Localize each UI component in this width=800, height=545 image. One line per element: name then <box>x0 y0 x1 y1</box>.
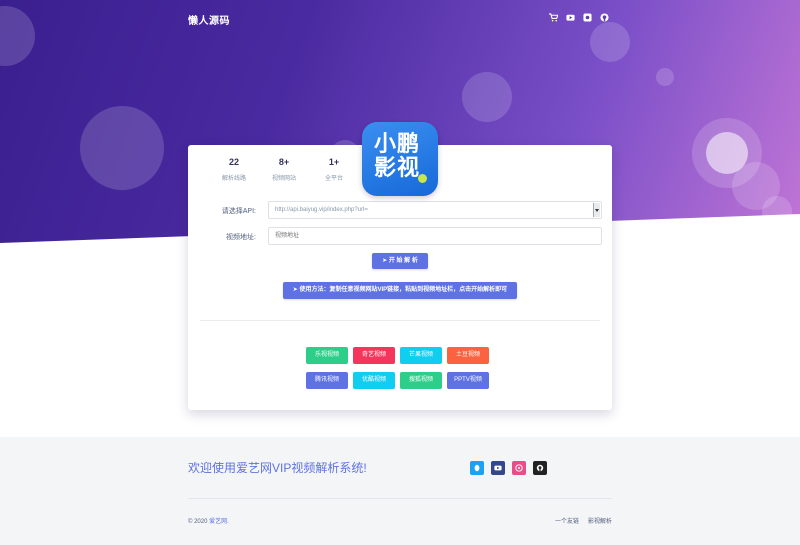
chevron-down-icon[interactable] <box>593 203 600 217</box>
stat-platforms: 1+ 全平台 <box>318 157 350 182</box>
site-button-iqiyi[interactable]: 奇艺视频 <box>353 347 395 364</box>
copyright: © 2020 爱艺网. <box>188 516 229 525</box>
video-row: 视频地址: <box>188 227 612 245</box>
site-button-letv[interactable]: 乐视视频 <box>306 347 348 364</box>
start-parse-label: 开 始 解 析 <box>388 258 418 264</box>
stat-lines: 22 解析线路 <box>218 157 250 182</box>
github-icon[interactable] <box>600 13 609 22</box>
send-icon: ➤ <box>292 287 300 293</box>
youtube-icon[interactable] <box>566 13 575 22</box>
stat-label: 解析线路 <box>221 176 246 182</box>
copyright-link[interactable]: 爱艺网. <box>209 519 229 525</box>
site-button-mgtv[interactable]: 芒果视频 <box>400 347 442 364</box>
navbar: 懒人源码 <box>0 0 800 38</box>
api-select[interactable]: http://api.baiyug.vip/index.php?url= <box>268 201 602 219</box>
logo-dot <box>418 174 427 183</box>
footer-link-friends[interactable]: 一个友链 <box>555 516 579 525</box>
usage-label: 使用方法：复制任意视频网站VIP链接，粘贴到视频地址栏，点击开始解析即可 <box>299 287 508 293</box>
site-button-pptv[interactable]: PPTV视频 <box>447 372 489 389</box>
stat-value: 8+ <box>278 157 290 167</box>
footer-divider <box>188 498 612 499</box>
site-button-tencent[interactable]: 腾讯视频 <box>306 372 348 389</box>
start-parse-button[interactable]: ➤ 开 始 解 析 <box>372 253 428 269</box>
cart-icon[interactable] <box>549 13 558 22</box>
qq-icon[interactable] <box>470 461 484 475</box>
youtube-icon[interactable] <box>491 461 505 475</box>
footer-title: 欢迎使用爱艺网VIP视频解析系统! <box>188 461 367 475</box>
footer-link-parser[interactable]: 影视解析 <box>588 516 612 525</box>
stat-value: 1+ <box>328 157 340 167</box>
github-icon[interactable] <box>533 461 547 475</box>
navbar-icons <box>549 13 609 22</box>
video-url-input[interactable] <box>268 227 602 245</box>
card-divider <box>200 320 600 321</box>
stat-label: 全平台 <box>324 176 343 182</box>
instagram-icon[interactable] <box>583 13 592 22</box>
site-button-tudou[interactable]: 土豆视频 <box>447 347 489 364</box>
copyright-prefix: © 2020 <box>188 519 210 525</box>
usage-button[interactable]: ➤ 使用方法：复制任意视频网站VIP链接，粘贴到视频地址栏，点击开始解析即可 <box>283 282 517 299</box>
api-label: 请选择API: <box>221 208 256 215</box>
footer: 欢迎使用爱艺网VIP视频解析系统! © 2020 爱艺网. 一个友链 影视解析 <box>0 437 800 545</box>
app-logo: 小鹏影视 <box>362 122 438 196</box>
brand-name[interactable]: 懒人源码 <box>188 12 230 27</box>
stats-row: 22 解析线路 8+ 视频网站 1+ 全平台 <box>218 157 350 182</box>
api-row: 请选择API: http://api.baiyug.vip/index.php?… <box>188 201 612 219</box>
site-button-sohu[interactable]: 搜狐视频 <box>400 372 442 389</box>
dribbble-icon[interactable] <box>512 461 526 475</box>
stat-label: 视频网站 <box>271 176 296 182</box>
stat-sites: 8+ 视频网站 <box>268 157 300 182</box>
api-select-value: http://api.baiyug.vip/index.php?url= <box>275 207 368 213</box>
logo-text: 小鹏影视 <box>374 131 421 180</box>
video-label: 视频地址: <box>226 234 256 241</box>
site-button-youku[interactable]: 优酷视频 <box>353 372 395 389</box>
send-icon: ➤ <box>382 258 389 264</box>
stat-value: 22 <box>228 157 239 167</box>
